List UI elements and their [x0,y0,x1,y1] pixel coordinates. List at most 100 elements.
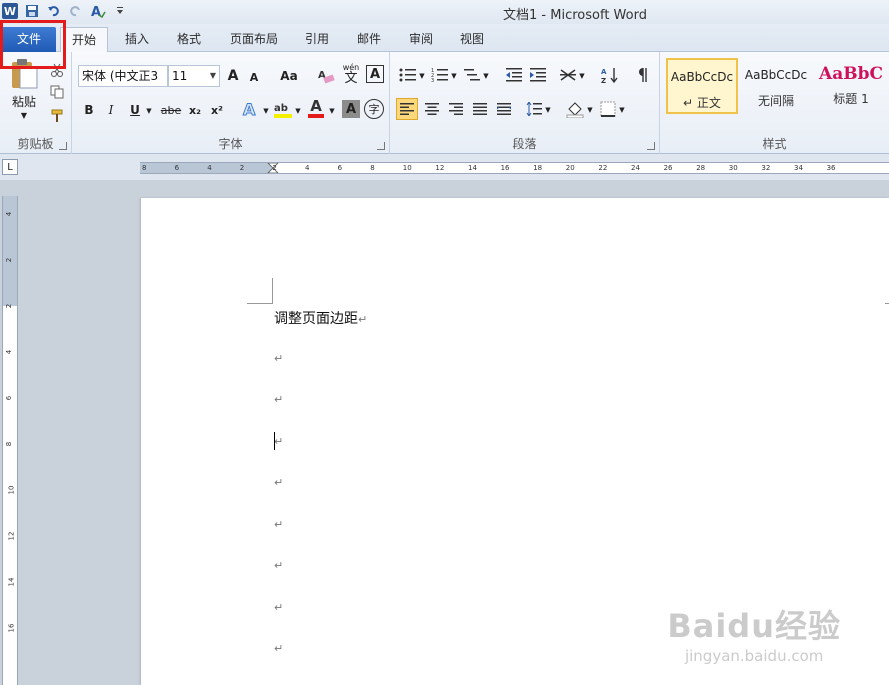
show-formatting-icon[interactable] [634,65,652,85]
tab-selector-icon[interactable]: L [2,159,18,175]
paragraph-mark-icon: ↵ [274,600,284,614]
shading-dropdown-icon[interactable]: ▼ [586,104,594,116]
text-effects-dropdown-icon[interactable]: ▼ [262,104,270,118]
style-normal-sample: AaBbCcDc [670,70,734,84]
tab-view[interactable]: 视图 [449,27,495,52]
bullets-dropdown-icon[interactable]: ▼ [418,70,426,82]
margin-corner-mark-right [885,278,889,304]
title-bar: W A 文档1 - Microsoft Word [0,0,889,24]
numbering-icon[interactable]: 123 [430,66,450,84]
document-paragraph[interactable]: ↵ [274,640,283,656]
bullets-icon[interactable] [398,66,418,84]
font-color-letter: A [310,96,322,115]
tab-page-layout[interactable]: 页面布局 [222,27,286,52]
char-border-button[interactable]: A [366,65,384,83]
style-normal-name: ↵ 正文 [683,96,721,110]
borders-dropdown-icon[interactable]: ▼ [618,104,626,116]
horizontal-ruler[interactable]: 8 6 4 2 2 4 6 8 10 12 14 16 18 20 22 24 26 28 30 32 34 36 [140,162,889,174]
change-case-button[interactable]: Aa [276,65,302,87]
watermark-main: Baidu经验 [667,607,841,645]
format-painter-icon[interactable] [48,108,66,124]
paste-button[interactable]: 粘贴 [4,92,44,110]
font-name-field[interactable]: 宋体 (中文正3 [78,65,168,87]
font-size-dropdown-icon[interactable]: ▼ [210,66,216,86]
chinese-layout-icon[interactable] [558,66,578,84]
shrink-font-button[interactable]: A [246,67,262,87]
font-color-dropdown-icon[interactable]: ▼ [328,104,336,118]
char-shading-button[interactable]: A [342,100,360,118]
phonetic-guide-button[interactable]: wén 文 [340,62,362,86]
highlight-dropdown-icon[interactable]: ▼ [294,104,302,118]
italic-button[interactable]: I [102,100,120,120]
highlight-icon[interactable]: ab [272,98,294,120]
borders-icon[interactable] [598,99,618,119]
copy-icon[interactable] [48,84,66,100]
document-paragraph[interactable]: ↵ [274,516,283,532]
document-paragraph[interactable]: ↵ [274,433,283,449]
style-no-spacing[interactable]: AaBbCcDc 无间隔 [740,58,812,114]
font-color-swatch [308,113,324,118]
clear-formatting-icon[interactable]: A [316,64,338,86]
svg-text:Z: Z [601,77,606,84]
enclose-char-button[interactable]: 字 [364,99,384,119]
font-name-value: 宋体 (中文正3 [82,69,159,83]
tab-home[interactable]: 开始 [60,27,108,52]
document-paragraph[interactable]: ↵ [274,350,283,366]
document-paragraph[interactable]: ↵ [274,391,283,407]
underline-dropdown-icon[interactable]: ▼ [144,104,154,118]
tab-insert[interactable]: 插入 [114,27,160,52]
bold-button[interactable]: B [80,100,98,120]
font-launcher-icon[interactable] [377,142,385,150]
style-heading-1[interactable]: AaBbC 标题 1 [814,58,888,114]
strikethrough-button[interactable]: abe [160,100,182,120]
paragraph-mark-icon: ↵ [274,434,284,448]
sort-icon[interactable]: AZ [600,65,620,85]
text-effects-icon[interactable]: A [240,98,262,120]
decrease-indent-icon[interactable] [504,66,524,84]
ruler-label: 28 [696,164,706,172]
ruler-label: 24 [631,164,640,172]
underline-button[interactable]: U [126,100,144,120]
font-size-field[interactable]: 11 ▼ [168,65,220,87]
line-spacing-icon[interactable] [524,99,544,119]
ruler-label: 20 [565,164,575,172]
line-spacing-dropdown-icon[interactable]: ▼ [544,104,552,116]
shading-icon[interactable] [564,98,586,120]
ruler-label: 34 [794,164,803,172]
clipboard-launcher-icon[interactable] [59,142,67,150]
paste-dropdown-icon[interactable]: ▼ [18,110,30,120]
svg-text:3: 3 [431,78,434,83]
align-center-icon[interactable] [422,99,442,119]
multilevel-dropdown-icon[interactable]: ▼ [482,70,490,82]
ruler-label: 12 [7,531,16,541]
align-right-icon[interactable] [446,99,466,119]
document-paragraph[interactable]: ↵ [274,557,283,573]
tab-review[interactable]: 审阅 [398,27,444,52]
style-normal[interactable]: AaBbCcDc ↵ 正文 [666,58,738,114]
paragraph-text: 调整页面边距 [274,311,358,327]
align-left-icon[interactable] [396,98,418,120]
ruler-label: 10 [7,485,16,495]
document-paragraph[interactable]: ↵ [274,474,283,490]
tab-mailings[interactable]: 邮件 [346,27,392,52]
grow-font-button[interactable]: A [224,65,242,87]
document-paragraph[interactable]: 调整页面边距↵ [274,308,367,328]
increase-indent-icon[interactable] [528,66,548,84]
multilevel-list-icon[interactable] [462,66,482,84]
font-color-button[interactable]: A [306,96,326,120]
tab-format[interactable]: 格式 [165,27,213,52]
document-paragraph[interactable]: ↵ [274,599,283,615]
subscript-button[interactable]: x₂ [186,100,204,120]
tab-references[interactable]: 引用 [294,27,340,52]
paragraph-launcher-icon[interactable] [647,142,655,150]
superscript-button[interactable]: x² [208,100,226,120]
vertical-ruler[interactable]: 4 2 2 4 6 8 10 12 14 16 [2,196,18,685]
paragraph-group: ▼ 123 ▼ ▼ ▼ AZ ▼ ▼ ▼ 段落 [390,52,660,154]
font-group-label: 字体 [218,137,243,151]
numbering-dropdown-icon[interactable]: ▼ [450,70,458,82]
chinese-layout-dropdown-icon[interactable]: ▼ [578,70,586,82]
font-group: 宋体 (中文正3 11 ▼ A A Aa A wén 文 A B I U ▼ a… [72,52,390,154]
distributed-icon[interactable] [494,99,514,119]
ruler-label: 6 [174,164,180,172]
justify-icon[interactable] [470,99,490,119]
